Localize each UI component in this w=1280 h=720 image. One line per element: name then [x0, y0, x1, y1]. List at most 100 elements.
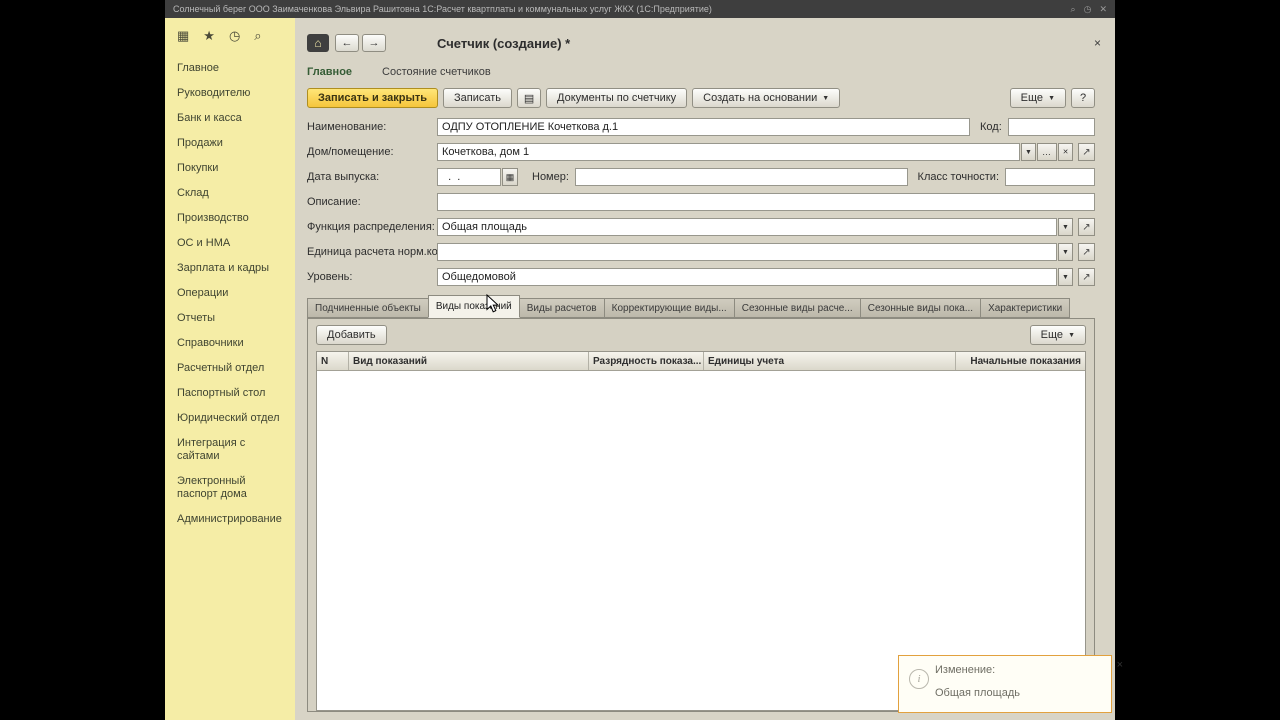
tab-sezonnye-vidy-pokazaniy[interactable]: Сезонные виды пока... — [859, 298, 982, 318]
register-records-button[interactable]: ▤ — [517, 88, 542, 108]
form-close-button[interactable]: × — [1094, 36, 1101, 50]
notification-close-button[interactable]: × — [1117, 659, 1123, 671]
distribution-function-label: Функция распределения: — [307, 221, 435, 233]
more-button[interactable]: Еще ▼ — [1009, 88, 1066, 108]
search-icon[interactable]: ⌕ — [254, 28, 261, 44]
notification-text[interactable]: Общая площадь — [935, 687, 1020, 699]
level-open-button[interactable]: ↗ — [1078, 268, 1095, 286]
sidebar-item-administrirovanie[interactable]: Администрирование — [165, 507, 295, 532]
code-input[interactable] — [1007, 118, 1095, 136]
sidebar-item-otchety[interactable]: Отчеты — [165, 306, 295, 331]
search-icon[interactable]: ⌕ — [1071, 4, 1076, 15]
menu-grid-icon[interactable]: ▦ — [177, 28, 189, 44]
open-link-icon: ↗ — [1082, 221, 1091, 233]
sidebar-item-os-nma[interactable]: ОС и НМА — [165, 231, 295, 256]
level-dropdown-button[interactable]: ▼ — [1058, 268, 1073, 286]
tab-sostoyanie-schetchikov[interactable]: Состояние счетчиков — [382, 66, 491, 78]
history-clock-icon[interactable]: ◷ — [229, 28, 240, 44]
favorites-star-icon[interactable]: ★ — [203, 28, 215, 44]
number-input[interactable] — [574, 168, 908, 186]
unit-open-button[interactable]: ↗ — [1078, 243, 1095, 261]
unit-label: Единица расчета норм.кол.: — [307, 246, 451, 258]
chevron-down-icon: ▼ — [822, 94, 830, 102]
unit-input[interactable] — [437, 243, 1057, 261]
forward-button[interactable]: → — [362, 34, 386, 52]
sidebar-menu: Главное Руководителю Банк и касса Продаж… — [165, 48, 295, 532]
back-button[interactable]: ← — [335, 34, 359, 52]
unit-dropdown-button[interactable]: ▼ — [1058, 243, 1073, 261]
distribution-function-input[interactable] — [437, 218, 1057, 236]
sidebar-item-sklad[interactable]: Склад — [165, 181, 295, 206]
calendar-button[interactable]: ▦ — [502, 168, 518, 186]
page-title: Счетчик (создание) * — [437, 35, 571, 51]
level-input[interactable] — [437, 268, 1057, 286]
row-description: Описание: — [307, 193, 1095, 211]
sidebar-item-spravochniki[interactable]: Справочники — [165, 331, 295, 356]
grid-more-button[interactable]: Еще ▼ — [1029, 325, 1086, 345]
row-level: Уровень: ▼ ↗ — [307, 268, 1095, 286]
create-based-on-button[interactable]: Создать на основании ▼ — [692, 88, 841, 108]
sidebar-item-rukovoditelyu[interactable]: Руководителю — [165, 81, 295, 106]
sidebar-item-pasportny-stol[interactable]: Паспортный стол — [165, 381, 295, 406]
tab-sezonnye-vidy-raschetov[interactable]: Сезонные виды расче... — [733, 298, 861, 318]
distribution-open-button[interactable]: ↗ — [1078, 218, 1095, 236]
accuracy-class-input[interactable] — [1005, 168, 1095, 186]
house-dropdown-button[interactable]: ▼ — [1021, 143, 1036, 161]
open-link-icon: ↗ — [1082, 271, 1091, 283]
number-label: Номер: — [532, 171, 569, 183]
sidebar-item-pokupki[interactable]: Покупки — [165, 156, 295, 181]
house-input[interactable] — [437, 143, 1020, 161]
description-input[interactable] — [437, 193, 1095, 211]
description-label: Описание: — [307, 196, 361, 208]
page-tabs: Главное Состояние счетчиков — [295, 54, 1115, 78]
house-open-button[interactable]: ↗ — [1078, 143, 1095, 161]
sidebar-item-elektronny-pasport[interactable]: Электронный паспорт дома — [165, 469, 295, 507]
document-journal-icon: ▤ — [523, 92, 535, 105]
date-label: Дата выпуска: — [307, 171, 380, 183]
add-button[interactable]: Добавить — [316, 325, 387, 345]
nav-row: ⌂ ← → Счетчик (создание) * × — [295, 18, 1115, 54]
chevron-down-icon: ▼ — [1068, 331, 1075, 339]
save-and-close-button[interactable]: Записать и закрыть — [307, 88, 439, 108]
sidebar-item-raschetny-otdel[interactable]: Расчетный отдел — [165, 356, 295, 381]
sidebar-item-prodazhi[interactable]: Продажи — [165, 131, 295, 156]
tab-glavnoe[interactable]: Главное — [307, 66, 352, 78]
sidebar-item-zarplata[interactable]: Зарплата и кадры — [165, 256, 295, 281]
house-label: Дом/помещение: — [307, 146, 394, 158]
column-header-vid-pokazaniy[interactable]: Вид показаний — [349, 352, 589, 370]
issue-date-input[interactable] — [437, 168, 501, 186]
chevron-down-icon: ▼ — [1062, 223, 1069, 231]
window-close-icon[interactable]: ✕ — [1099, 4, 1107, 15]
name-input[interactable] — [437, 118, 970, 136]
home-button[interactable]: ⌂ — [307, 34, 329, 52]
tab-vidy-raschetov[interactable]: Виды расчетов — [518, 298, 605, 318]
help-button[interactable]: ? — [1071, 88, 1095, 108]
accuracy-label: Класс точности: — [917, 171, 999, 183]
distribution-dropdown-button[interactable]: ▼ — [1058, 218, 1073, 236]
sidebar-item-bank-kassa[interactable]: Банк и касса — [165, 106, 295, 131]
tab-korrektiruyushchie-vidy[interactable]: Корректирующие виды... — [603, 298, 735, 318]
chevron-down-icon: ▼ — [1048, 94, 1055, 102]
column-header-razryadnost[interactable]: Разрядность показа... — [589, 352, 704, 370]
tab-harakteristiki[interactable]: Характеристики — [980, 298, 1071, 318]
sidebar-item-glavnoe[interactable]: Главное — [165, 56, 295, 81]
sidebar-item-operacii[interactable]: Операции — [165, 281, 295, 306]
tab-podchinennye-obekty[interactable]: Подчиненные объекты — [307, 298, 429, 318]
column-header-edinicy-ucheta[interactable]: Единицы учета — [704, 352, 956, 370]
house-choose-button[interactable]: … — [1037, 143, 1057, 161]
column-header-n[interactable]: N — [317, 352, 349, 370]
house-clear-button[interactable]: ✕ — [1058, 143, 1073, 161]
sidebar-item-integraciya[interactable]: Интеграция с сайтами — [165, 431, 295, 469]
sidebar-item-proizvodstvo[interactable]: Производство — [165, 206, 295, 231]
documents-by-meter-button[interactable]: Документы по счетчику — [546, 88, 688, 108]
tab-vidy-pokazaniy[interactable]: Виды показаний — [427, 295, 520, 318]
code-label: Код: — [980, 121, 1002, 133]
sidebar-toolbar: ▦ ★ ◷ ⌕ — [165, 18, 295, 48]
history-icon[interactable]: ◷ — [1084, 4, 1092, 15]
main-area: ⌂ ← → Счетчик (создание) * × Главное Сос… — [295, 18, 1115, 720]
column-header-nachalnye-pokazaniya[interactable]: Начальные показания — [956, 352, 1085, 370]
sidebar-item-yuridicheskiy[interactable]: Юридический отдел — [165, 406, 295, 431]
ellipsis-icon: … — [1042, 147, 1052, 157]
save-button[interactable]: Записать — [443, 88, 513, 108]
notification-popup: i Изменение: Общая площадь × — [898, 655, 1123, 713]
